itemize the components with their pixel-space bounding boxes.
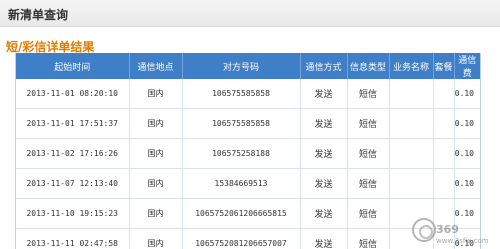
cell-fee: 0.10 [454,228,480,249]
cell-location: 国内 [129,228,183,249]
column-header-package: 套餐 [433,53,455,79]
cell-other-number: 106575258188 [182,138,301,169]
column-header-location: 通信地点 [129,53,183,79]
cell-comm-mode: 发送 [300,108,348,139]
cell-location: 国内 [129,168,183,199]
table-row: 2013-11-10 19:15:23 国内 10657520612066658… [16,198,480,229]
page-header: 新清单查询 [0,0,500,27]
cell-service-name [389,168,434,199]
cell-service-name [389,108,434,139]
cell-location: 国内 [129,79,183,109]
cell-comm-mode: 发送 [300,198,348,229]
table-row: 2013-11-07 12:13:40 国内 15384669513 发送 短信… [16,168,480,199]
column-header-message-type: 信息类型 [347,53,390,79]
table-row: 2013-11-01 17:51:37 国内 106575585858 发送 短… [16,108,480,139]
cell-service-name [389,138,434,169]
cell-message-type: 短信 [347,168,390,199]
cell-message-type: 短信 [347,228,390,249]
cell-fee: 0.10 [454,108,480,139]
cell-start-time: 2013-11-02 17:16:26 [16,138,130,169]
cell-comm-mode: 发送 [300,168,348,199]
table-row: 2013-11-02 17:16:26 国内 106575258188 发送 短… [16,138,480,169]
cell-comm-mode: 发送 [300,138,348,169]
cell-package [433,108,455,139]
cell-other-number: 1065752081206657007 [182,228,301,249]
cell-other-number: 15384669513 [182,168,301,199]
cell-other-number: 1065752061206665815 [182,198,301,229]
cell-service-name [389,228,434,249]
table-row: 2013-11-11 02:47:58 国内 10657520812066570… [16,228,480,249]
cell-location: 国内 [129,108,183,139]
cell-other-number: 106575585858 [182,108,301,139]
column-header-start-time: 起始时间 [16,53,130,79]
cell-fee: 0.10 [454,79,480,109]
cell-package [433,79,455,109]
column-header-other-number: 对方号码 [182,53,301,79]
cell-fee: 0.10 [454,168,480,199]
sms-detail-table: 起始时间 通信地点 对方号码 通信方式 信息类型 业务名称 套餐 通信费 201… [16,53,480,249]
cell-location: 国内 [129,198,183,229]
cell-start-time: 2013-11-10 19:15:23 [16,198,130,229]
column-header-fee: 通信费 [454,53,480,79]
cell-message-type: 短信 [347,79,390,109]
cell-package [433,198,455,229]
cell-package [433,228,455,249]
cell-location: 国内 [129,138,183,169]
cell-fee: 0.10 [454,138,480,169]
cell-start-time: 2013-11-11 02:47:58 [16,228,130,249]
cell-package [433,168,455,199]
cell-fee: 0.10 [454,198,480,229]
cell-start-time: 2013-11-07 12:13:40 [16,168,130,199]
cell-message-type: 短信 [347,198,390,229]
column-header-service-name: 业务名称 [389,53,434,79]
cell-message-type: 短信 [347,138,390,169]
cell-message-type: 短信 [347,108,390,139]
cell-start-time: 2013-11-01 08:20:10 [16,79,130,109]
cell-package [433,138,455,169]
column-header-comm-mode: 通信方式 [300,53,348,79]
cell-comm-mode: 发送 [300,228,348,249]
cell-service-name [389,79,434,109]
sms-detail-table-container[interactable]: 起始时间 通信地点 对方号码 通信方式 信息类型 业务名称 套餐 通信费 201… [15,53,481,249]
table-header-row: 起始时间 通信地点 对方号码 通信方式 信息类型 业务名称 套餐 通信费 [16,53,480,79]
page-title: 新清单查询 [8,8,69,22]
cell-start-time: 2013-11-01 17:51:37 [16,108,130,139]
table-row: 2013-11-01 08:20:10 国内 106575585858 发送 短… [16,79,480,109]
cell-comm-mode: 发送 [300,79,348,109]
cell-service-name [389,198,434,229]
cell-other-number: 106575585858 [182,79,301,109]
